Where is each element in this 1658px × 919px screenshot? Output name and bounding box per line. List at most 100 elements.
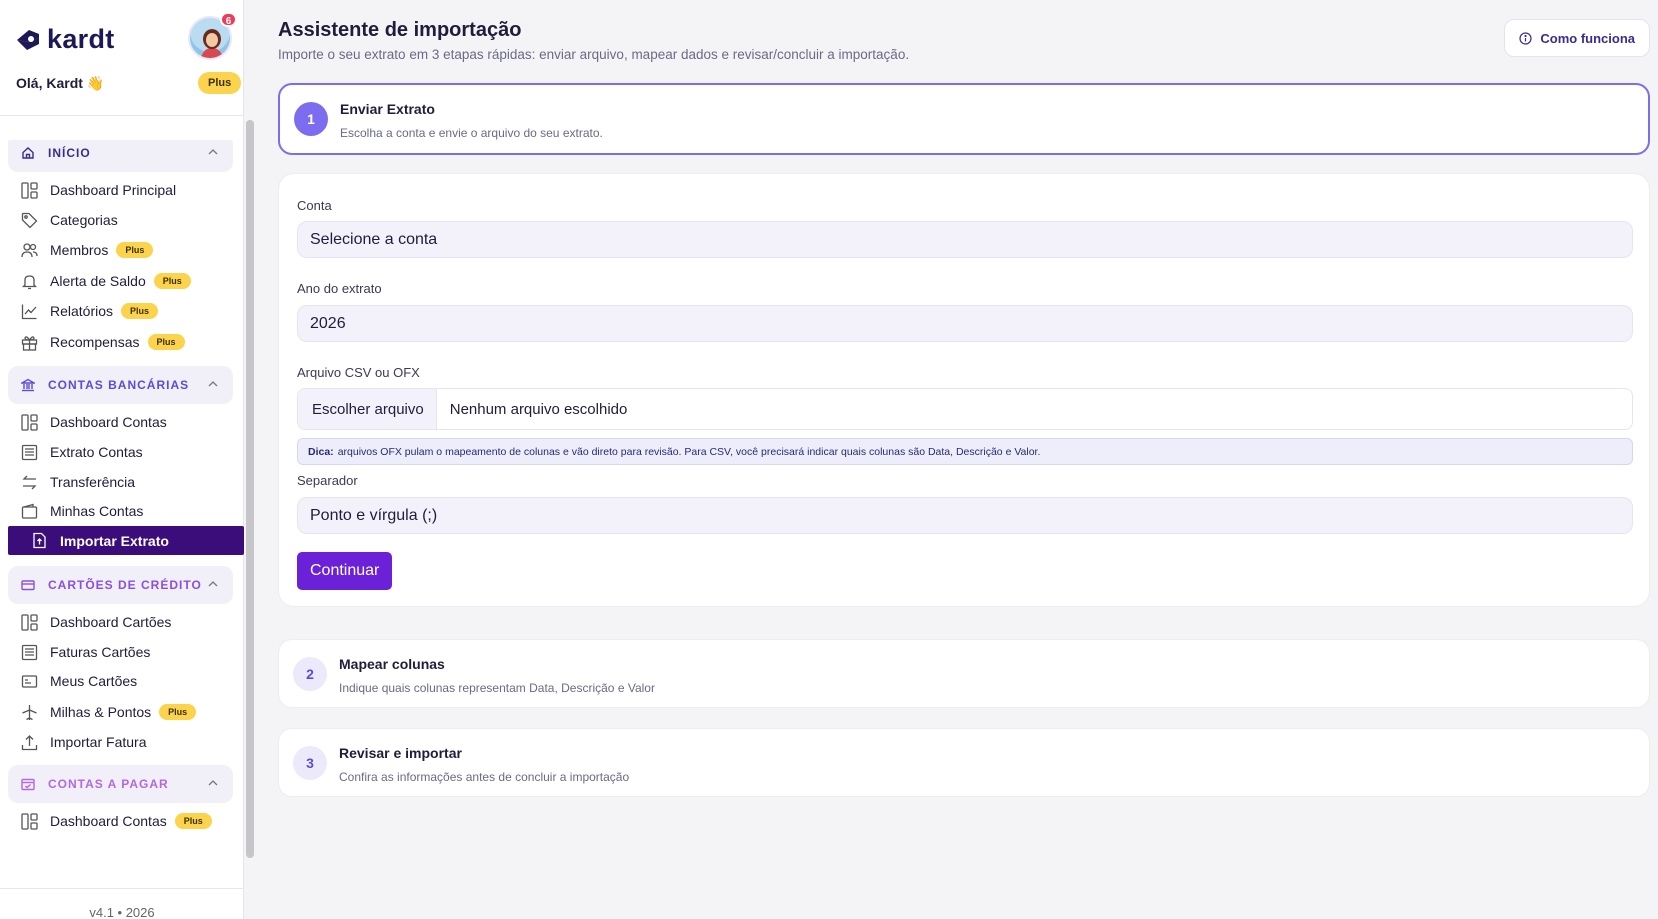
sidebar-item-dashboard-contas-pagar[interactable]: Dashboard Contas Plus <box>8 807 243 835</box>
tag-icon <box>20 211 38 229</box>
year-input[interactable]: 2026 <box>297 305 1633 342</box>
step-description: Escolha a conta e envie o arquivo do seu… <box>340 126 603 140</box>
tip-box: Dica: arquivos OFX pulam o mapeamento de… <box>297 438 1633 465</box>
choose-file-button[interactable]: Escolher arquivo <box>298 389 437 429</box>
brand-logo[interactable]: kardt <box>15 24 115 55</box>
bell-icon <box>20 272 38 290</box>
sidebar-item-label: Meus Cartões <box>50 673 138 689</box>
separator-label: Separador <box>297 473 358 488</box>
section-header-contas-a-pagar[interactable]: CONTAS A PAGAR <box>8 765 233 803</box>
file-name-text: Nenhum arquivo escolhido <box>449 400 628 418</box>
divider <box>0 115 244 116</box>
sidebar-item-extrato-contas[interactable]: Extrato Contas <box>8 438 243 466</box>
app-version: v4.1 • 2026 <box>89 905 155 919</box>
separator-select[interactable]: Ponto e vírgula (;) <box>297 497 1633 534</box>
sidebar-item-transferencia[interactable]: Transferência <box>8 468 243 496</box>
sidebar-item-membros[interactable]: Membros Plus <box>8 236 243 264</box>
sidebar-item-label: Dashboard Principal <box>50 182 177 198</box>
step-title: Revisar e importar <box>339 745 462 761</box>
sidebar-item-label: Faturas Cartões <box>50 644 151 660</box>
sidebar-item-minhas-contas[interactable]: Minhas Contas <box>8 497 243 525</box>
step-title: Mapear colunas <box>339 656 445 672</box>
sidebar-item-label: Dashboard Contas <box>50 414 167 430</box>
how-it-works-label: Como funciona <box>1540 30 1635 46</box>
user-avatar-button[interactable]: 6 <box>188 12 237 60</box>
plus-badge: Plus <box>159 704 197 720</box>
home-icon <box>20 145 36 161</box>
sidebar-item-relatorios[interactable]: Relatórios Plus <box>8 297 243 325</box>
card-list-icon <box>20 672 38 690</box>
section-header-contas-bancarias[interactable]: CONTAS BANCÁRIAS <box>8 366 233 404</box>
chevron-up-icon <box>208 780 218 786</box>
file-label: Arquivo CSV ou OFX <box>297 365 420 380</box>
dashboard-icon <box>20 181 38 199</box>
info-icon <box>1519 31 1532 45</box>
step-card-1[interactable]: 1 Enviar Extrato Escolha a conta e envie… <box>278 83 1650 155</box>
credit-card-icon <box>20 577 36 593</box>
sidebar-item-label: Milhas & Pontos <box>50 704 152 720</box>
upload-form: Conta Selecione a conta Ano do extrato 2… <box>278 173 1650 607</box>
sidebar-item-label: Membros <box>50 242 109 258</box>
section-header-cartoes-de-credito[interactable]: CARTÕES DE CRÉDITO <box>8 566 233 604</box>
sidebar-item-label: Recompensas <box>50 334 140 350</box>
sidebar-item-label: Alerta de Saldo <box>50 273 146 289</box>
plan-badge: Plus <box>198 72 242 94</box>
gift-icon <box>20 333 38 351</box>
plus-badge: Plus <box>153 273 191 289</box>
sidebar-item-alerta-de-saldo[interactable]: Alerta de Saldo Plus <box>8 267 243 295</box>
statement-icon <box>20 643 38 661</box>
chevron-up-icon <box>208 381 218 387</box>
step-description: Indique quais colunas representam Data, … <box>339 681 655 695</box>
sidebar-item-recompensas[interactable]: Recompensas Plus <box>8 328 243 356</box>
calendar-check-icon <box>20 776 36 792</box>
bank-icon <box>20 377 36 393</box>
sidebar-item-label: Dashboard Contas <box>50 813 167 829</box>
sidebar-item-dashboard-principal[interactable]: Dashboard Principal <box>8 176 243 204</box>
sidebar-item-meus-cartoes[interactable]: Meus Cartões <box>8 667 243 695</box>
dashboard-icon <box>20 812 38 830</box>
sidebar-nav: INÍCIO Dashboard Principal Categorias Me… <box>0 140 244 888</box>
section-header-inicio[interactable]: INÍCIO <box>8 140 233 172</box>
sidebar-item-faturas-cartoes[interactable]: Faturas Cartões <box>8 638 243 666</box>
plus-badge: Plus <box>121 303 159 319</box>
account-label: Conta <box>297 198 332 213</box>
step-title: Enviar Extrato <box>340 101 435 117</box>
brand-name: kardt <box>47 24 115 54</box>
sidebar-item-dashboard-contas[interactable]: Dashboard Contas <box>8 408 243 436</box>
step-number: 2 <box>293 657 327 691</box>
tip-text: arquivos OFX pulam o mapeamento de colun… <box>337 445 1041 458</box>
sidebar-item-label: Dashboard Cartões <box>50 614 172 630</box>
plus-badge: Plus <box>174 813 212 829</box>
wallet-icon <box>20 502 38 520</box>
sidebar-item-importar-extrato[interactable]: Importar Extrato <box>8 526 244 555</box>
users-icon <box>20 241 38 259</box>
divider <box>0 888 244 889</box>
statement-icon <box>20 443 38 461</box>
chevron-up-icon <box>208 581 218 587</box>
sidebar-item-categorias[interactable]: Categorias <box>8 206 243 234</box>
page-title: Assistente de importação <box>278 19 522 41</box>
file-input[interactable]: Escolher arquivo Nenhum arquivo escolhid… <box>297 388 1633 430</box>
airplane-icon <box>20 703 38 721</box>
tip-label: Dica: <box>308 445 334 458</box>
sidebar-item-label: Relatórios <box>50 303 114 319</box>
step-card-2[interactable]: 2 Mapear colunas Indique quais colunas r… <box>278 639 1650 708</box>
continue-button[interactable]: Continuar <box>297 552 393 590</box>
sidebar-item-label: Minhas Contas <box>50 503 144 519</box>
step-card-3[interactable]: 3 Revisar e importar Confira as informaç… <box>278 728 1650 797</box>
notification-count-badge: 6 <box>220 12 237 27</box>
dashboard-icon <box>20 413 38 431</box>
sidebar-item-dashboard-cartoes[interactable]: Dashboard Cartões <box>8 608 243 636</box>
sidebar-scrollbar[interactable] <box>246 120 254 858</box>
chevron-up-icon <box>208 149 218 155</box>
year-label: Ano do extrato <box>297 281 382 296</box>
account-select[interactable]: Selecione a conta <box>297 221 1633 258</box>
sidebar-item-importar-fatura[interactable]: Importar Fatura <box>8 728 243 756</box>
main-content: Assistente de importação Importe o seu e… <box>256 0 1658 919</box>
sidebar-item-label: Extrato Contas <box>50 444 143 460</box>
plus-badge: Plus <box>147 334 185 350</box>
sidebar-item-milhas-pontos[interactable]: Milhas & Pontos Plus <box>8 698 243 726</box>
scrollbar-thumb[interactable] <box>246 120 254 858</box>
how-it-works-button[interactable]: Como funciona <box>1504 19 1650 57</box>
page-subtitle: Importe o seu extrato em 3 etapas rápida… <box>278 47 910 62</box>
